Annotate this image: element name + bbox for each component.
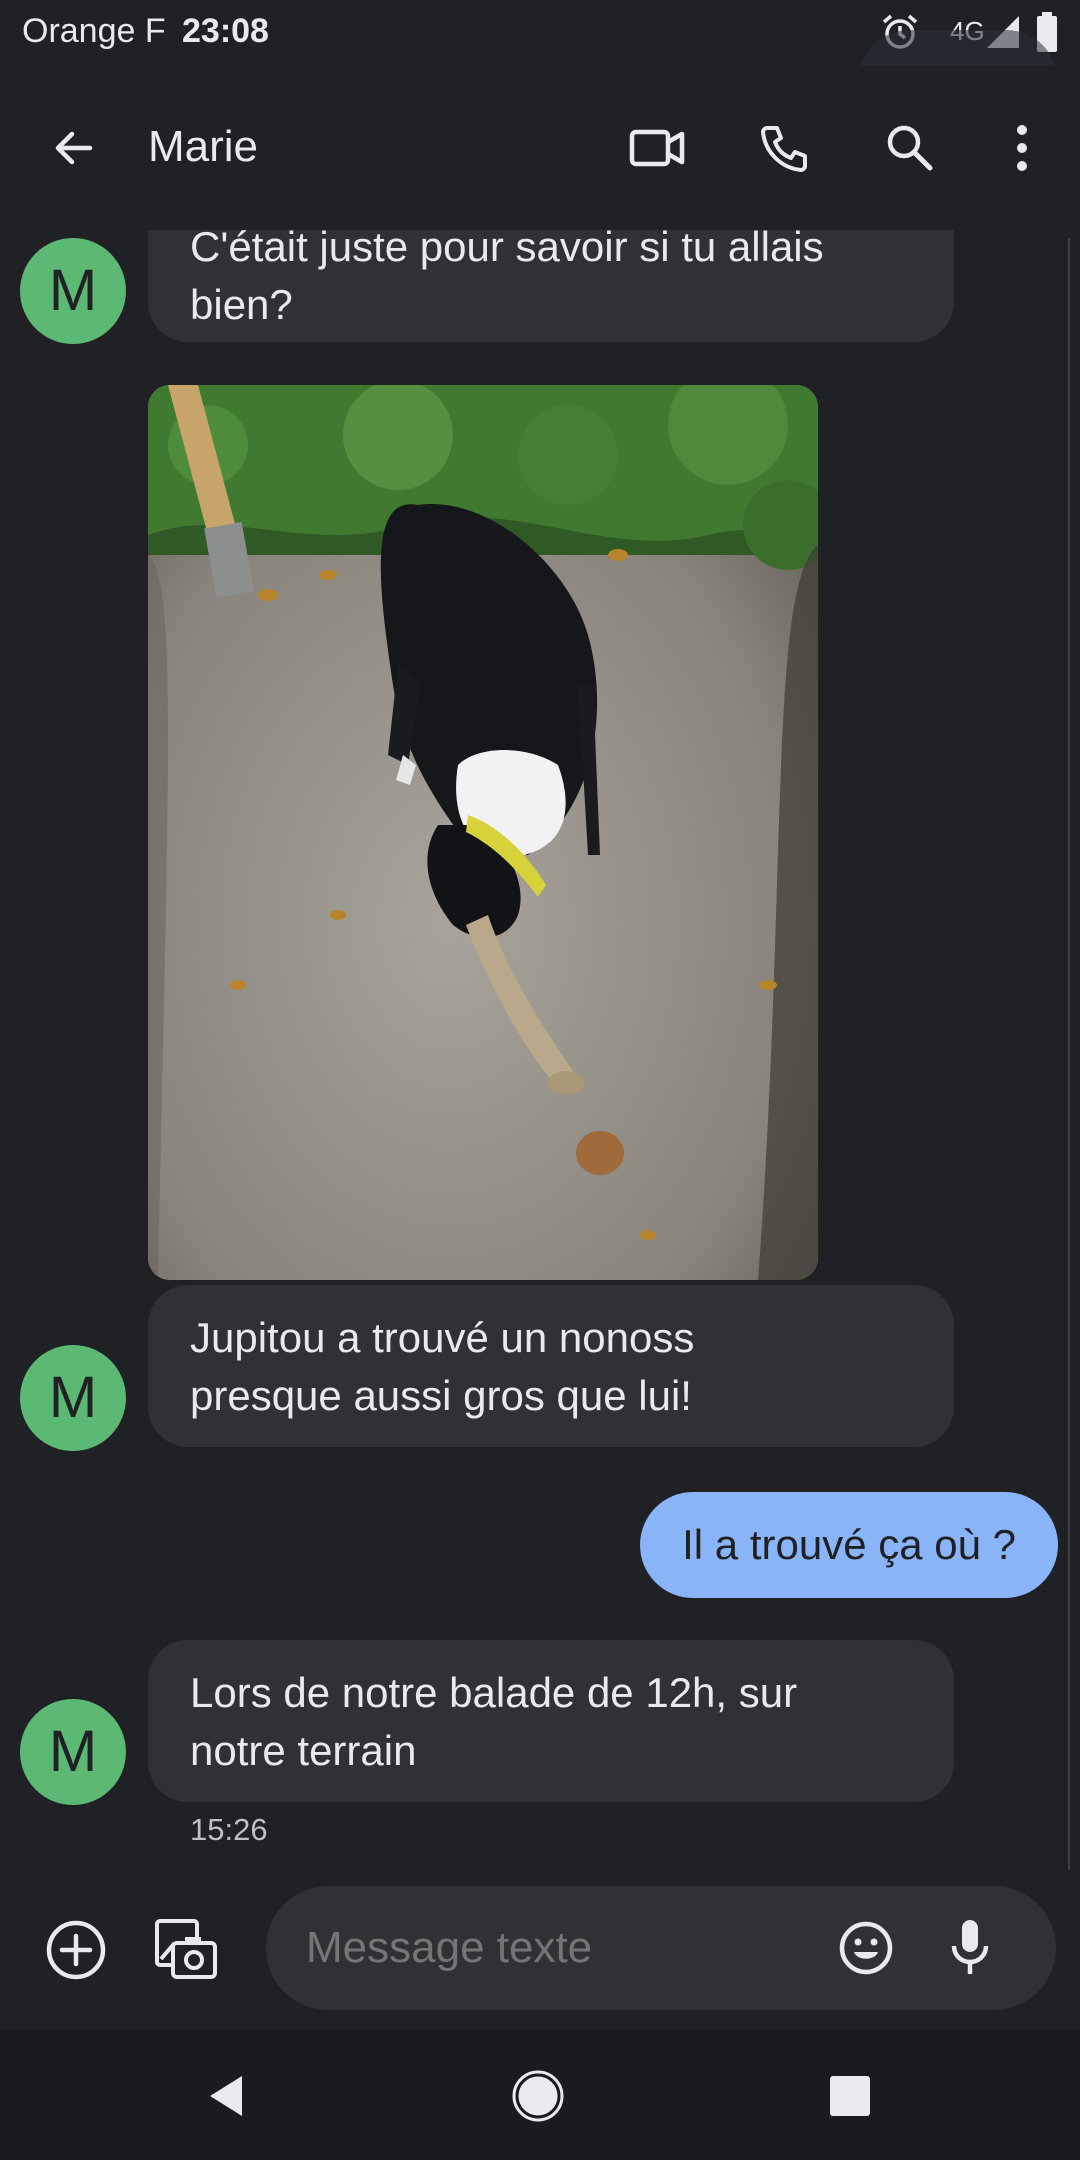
photo-camera-icon	[155, 1919, 217, 1979]
message-input[interactable]	[306, 1886, 806, 2010]
microphone-icon	[951, 1920, 989, 1974]
nav-back-button[interactable]	[186, 2056, 266, 2136]
message-list[interactable]: M C'était juste pour savoir si tu allais…	[0, 230, 1080, 1870]
back-button[interactable]	[34, 108, 114, 188]
message-text-line: notre terrain	[190, 1727, 417, 1774]
video-camera-icon	[629, 129, 685, 167]
nav-recents-button[interactable]	[810, 2056, 890, 2136]
emoji-icon	[839, 1921, 893, 1975]
arrow-back-icon	[55, 131, 93, 165]
message-timestamp: 15:26	[190, 1812, 268, 1847]
message-text-line: C'était juste pour savoir si tu allais	[190, 230, 824, 270]
scrollbar-track[interactable]	[1068, 238, 1070, 2028]
incoming-message-bubble[interactable]: Lors de notre balade de 12h, sur notre t…	[148, 1640, 954, 1802]
more-vert-icon	[1017, 125, 1027, 171]
voice-call-button[interactable]	[745, 108, 825, 188]
square-recents-icon	[830, 2076, 870, 2116]
triangle-back-icon	[210, 2076, 242, 2116]
incoming-message-bubble[interactable]: Jupitou a trouvé un nonoss presque aussi…	[148, 1285, 954, 1447]
image-attachment[interactable]	[148, 385, 818, 1280]
app-bar: Marie	[0, 66, 1080, 230]
message-text-line: presque aussi gros que lui!	[190, 1372, 692, 1419]
add-attachment-button[interactable]	[36, 1910, 116, 1990]
add-circle-icon	[46, 1920, 106, 1980]
search-icon	[887, 125, 933, 171]
message-text-line: Jupitou a trouvé un nonoss	[190, 1314, 695, 1361]
avatar[interactable]: M	[20, 238, 126, 344]
message-text: Il a trouvé ça où ?	[682, 1521, 1016, 1568]
more-options-button[interactable]	[982, 108, 1062, 188]
conversation-title: Marie	[148, 122, 259, 171]
search-button[interactable]	[870, 108, 950, 188]
nav-home-button[interactable]	[498, 2056, 578, 2136]
dog-photo	[148, 385, 818, 1280]
video-call-button[interactable]	[618, 108, 698, 188]
circle-home-icon	[512, 2070, 564, 2122]
message-text-line: bien?	[190, 281, 293, 328]
voice-input-button[interactable]	[930, 1908, 1010, 1988]
outgoing-message-bubble[interactable]: Il a trouvé ça où ?	[640, 1492, 1058, 1598]
compose-bar	[0, 1870, 1080, 2030]
message-text-line: Lors de notre balade de 12h, sur	[190, 1669, 798, 1716]
system-navigation-bar	[0, 2030, 1080, 2160]
emoji-button[interactable]	[826, 1908, 906, 1988]
avatar[interactable]: M	[20, 1345, 126, 1451]
avatar[interactable]: M	[20, 1699, 126, 1805]
carrier-label: Orange F	[22, 12, 166, 50]
clock: 23:08	[182, 12, 269, 50]
phone-icon	[761, 126, 807, 172]
gallery-button[interactable]	[146, 1910, 226, 1990]
incoming-message-bubble[interactable]: C'était juste pour savoir si tu allais b…	[148, 230, 954, 342]
message-input-container[interactable]	[266, 1886, 1056, 2010]
